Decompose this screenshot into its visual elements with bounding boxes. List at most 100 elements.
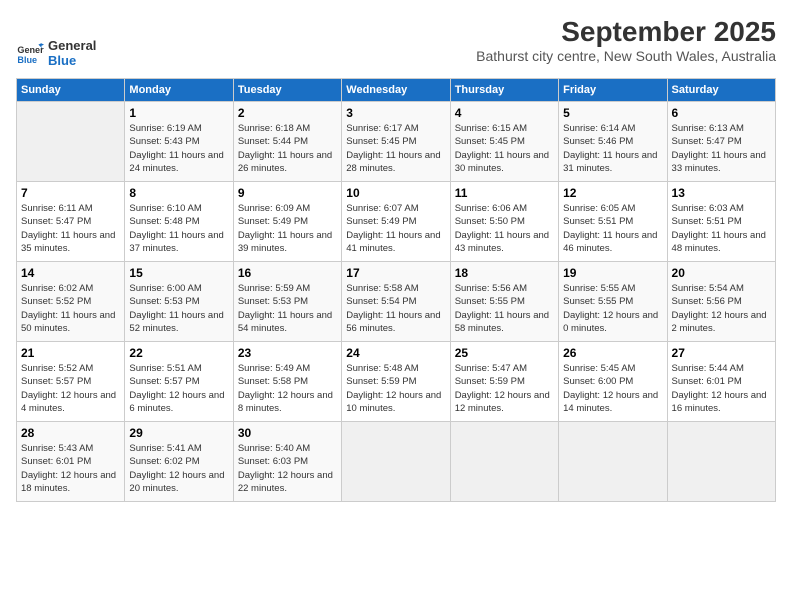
calendar-cell: 23 Sunrise: 5:49 AMSunset: 5:58 PMDayligh… (233, 342, 341, 422)
calendar-cell (667, 422, 775, 502)
day-number: 20 (672, 266, 771, 280)
day-number: 9 (238, 186, 337, 200)
day-info: Sunrise: 6:11 AMSunset: 5:47 PMDaylight:… (21, 202, 120, 255)
day-info: Sunrise: 6:09 AMSunset: 5:49 PMDaylight:… (238, 202, 337, 255)
day-info: Sunrise: 6:00 AMSunset: 5:53 PMDaylight:… (129, 282, 228, 335)
calendar-cell: 29 Sunrise: 5:41 AMSunset: 6:02 PMDayligh… (125, 422, 233, 502)
calendar-cell: 18 Sunrise: 5:56 AMSunset: 5:55 PMDayligh… (450, 262, 558, 342)
calendar-cell (450, 422, 558, 502)
day-number: 21 (21, 346, 120, 360)
weekday-friday: Friday (559, 79, 667, 102)
calendar-cell: 14Sunrise: 6:02 AMSunset: 5:52 PMDayligh… (17, 262, 125, 342)
day-number: 18 (455, 266, 554, 280)
calendar-cell: 25Sunrise: 5:47 AMSunset: 5:59 PMDayligh… (450, 342, 558, 422)
day-number: 7 (21, 186, 120, 200)
calendar-body: 1Sunrise: 6:19 AMSunset: 5:43 PMDaylight… (17, 102, 776, 502)
weekday-header: SundayMondayTuesdayWednesdayThursdayFrid… (17, 79, 776, 102)
day-number: 28 (21, 426, 120, 440)
day-info: Sunrise: 5:47 AMSunset: 5:59 PMDaylight:… (455, 362, 554, 415)
calendar-cell: 2 Sunrise: 6:18 AMSunset: 5:44 PMDaylight… (233, 102, 341, 182)
day-info: Sunrise: 6:05 AMSunset: 5:51 PMDaylight:… (563, 202, 662, 255)
calendar-cell: 1Sunrise: 6:19 AMSunset: 5:43 PMDaylight… (125, 102, 233, 182)
logo-general: General (48, 38, 96, 53)
calendar-cell: 17 Sunrise: 5:58 AMSunset: 5:54 PMDayligh… (342, 262, 450, 342)
calendar-cell: 6 Sunrise: 6:13 AMSunset: 5:47 PMDaylight… (667, 102, 775, 182)
day-info: Sunrise: 6:13 AMSunset: 5:47 PMDaylight:… (672, 122, 771, 175)
weekday-thursday: Thursday (450, 79, 558, 102)
week-row-3: 21 Sunrise: 5:52 AMSunset: 5:57 PMDayligh… (17, 342, 776, 422)
day-number: 8 (129, 186, 228, 200)
day-info: Sunrise: 5:45 AMSunset: 6:00 PMDaylight:… (563, 362, 662, 415)
week-row-2: 14Sunrise: 6:02 AMSunset: 5:52 PMDayligh… (17, 262, 776, 342)
title-section: September 2025 Bathurst city centre, New… (476, 16, 776, 72)
day-number: 13 (672, 186, 771, 200)
calendar-cell: 10 Sunrise: 6:07 AMSunset: 5:49 PMDayligh… (342, 182, 450, 262)
day-info: Sunrise: 5:56 AMSunset: 5:55 PMDaylight:… (455, 282, 554, 335)
day-number: 6 (672, 106, 771, 120)
day-info: Sunrise: 6:07 AMSunset: 5:49 PMDaylight:… (346, 202, 445, 255)
calendar-cell: 30 Sunrise: 5:40 AMSunset: 6:03 PMDayligh… (233, 422, 341, 502)
calendar-cell: 21 Sunrise: 5:52 AMSunset: 5:57 PMDayligh… (17, 342, 125, 422)
day-number: 11 (455, 186, 554, 200)
month-title: September 2025 (476, 16, 776, 48)
day-info: Sunrise: 5:48 AMSunset: 5:59 PMDaylight:… (346, 362, 445, 415)
day-number: 16 (238, 266, 337, 280)
day-number: 23 (238, 346, 337, 360)
calendar-cell: 5Sunrise: 6:14 AMSunset: 5:46 PMDaylight… (559, 102, 667, 182)
calendar-cell (17, 102, 125, 182)
calendar-cell: 24 Sunrise: 5:48 AMSunset: 5:59 PMDayligh… (342, 342, 450, 422)
week-row-1: 7 Sunrise: 6:11 AMSunset: 5:47 PMDaylight… (17, 182, 776, 262)
weekday-wednesday: Wednesday (342, 79, 450, 102)
calendar-cell: 4Sunrise: 6:15 AMSunset: 5:45 PMDaylight… (450, 102, 558, 182)
day-number: 26 (563, 346, 662, 360)
day-info: Sunrise: 5:54 AMSunset: 5:56 PMDaylight:… (672, 282, 771, 335)
calendar-cell: 12Sunrise: 6:05 AMSunset: 5:51 PMDayligh… (559, 182, 667, 262)
day-number: 19 (563, 266, 662, 280)
location-title: Bathurst city centre, New South Wales, A… (476, 48, 776, 64)
calendar-cell: 15Sunrise: 6:00 AMSunset: 5:53 PMDayligh… (125, 262, 233, 342)
logo: General Blue General Blue (16, 38, 96, 68)
weekday-monday: Monday (125, 79, 233, 102)
day-number: 3 (346, 106, 445, 120)
calendar-cell: 13 Sunrise: 6:03 AMSunset: 5:51 PMDayligh… (667, 182, 775, 262)
day-info: Sunrise: 6:17 AMSunset: 5:45 PMDaylight:… (346, 122, 445, 175)
day-info: Sunrise: 6:14 AMSunset: 5:46 PMDaylight:… (563, 122, 662, 175)
day-info: Sunrise: 6:19 AMSunset: 5:43 PMDaylight:… (129, 122, 228, 175)
day-number: 14 (21, 266, 120, 280)
day-info: Sunrise: 6:06 AMSunset: 5:50 PMDaylight:… (455, 202, 554, 255)
calendar-table: SundayMondayTuesdayWednesdayThursdayFrid… (16, 78, 776, 502)
day-info: Sunrise: 6:15 AMSunset: 5:45 PMDaylight:… (455, 122, 554, 175)
day-info: Sunrise: 5:55 AMSunset: 5:55 PMDaylight:… (563, 282, 662, 335)
day-info: Sunrise: 6:18 AMSunset: 5:44 PMDaylight:… (238, 122, 337, 175)
calendar-cell: 3 Sunrise: 6:17 AMSunset: 5:45 PMDaylight… (342, 102, 450, 182)
week-row-0: 1Sunrise: 6:19 AMSunset: 5:43 PMDaylight… (17, 102, 776, 182)
day-info: Sunrise: 5:58 AMSunset: 5:54 PMDaylight:… (346, 282, 445, 335)
day-number: 17 (346, 266, 445, 280)
day-info: Sunrise: 5:52 AMSunset: 5:57 PMDaylight:… (21, 362, 120, 415)
svg-text:General: General (17, 45, 44, 55)
day-number: 30 (238, 426, 337, 440)
day-info: Sunrise: 5:49 AMSunset: 5:58 PMDaylight:… (238, 362, 337, 415)
weekday-sunday: Sunday (17, 79, 125, 102)
calendar-cell: 7 Sunrise: 6:11 AMSunset: 5:47 PMDaylight… (17, 182, 125, 262)
day-number: 24 (346, 346, 445, 360)
calendar-cell (342, 422, 450, 502)
day-number: 2 (238, 106, 337, 120)
calendar-cell: 26 Sunrise: 5:45 AMSunset: 6:00 PMDayligh… (559, 342, 667, 422)
day-info: Sunrise: 5:59 AMSunset: 5:53 PMDaylight:… (238, 282, 337, 335)
calendar-cell: 16 Sunrise: 5:59 AMSunset: 5:53 PMDayligh… (233, 262, 341, 342)
day-number: 10 (346, 186, 445, 200)
calendar-cell: 9 Sunrise: 6:09 AMSunset: 5:49 PMDaylight… (233, 182, 341, 262)
day-info: Sunrise: 5:40 AMSunset: 6:03 PMDaylight:… (238, 442, 337, 495)
calendar-cell: 22 Sunrise: 5:51 AMSunset: 5:57 PMDayligh… (125, 342, 233, 422)
day-info: Sunrise: 5:51 AMSunset: 5:57 PMDaylight:… (129, 362, 228, 415)
weekday-tuesday: Tuesday (233, 79, 341, 102)
calendar-cell: 20 Sunrise: 5:54 AMSunset: 5:56 PMDayligh… (667, 262, 775, 342)
day-info: Sunrise: 5:44 AMSunset: 6:01 PMDaylight:… (672, 362, 771, 415)
logo-icon: General Blue (16, 39, 44, 67)
day-number: 29 (129, 426, 228, 440)
day-info: Sunrise: 5:41 AMSunset: 6:02 PMDaylight:… (129, 442, 228, 495)
day-info: Sunrise: 6:03 AMSunset: 5:51 PMDaylight:… (672, 202, 771, 255)
day-number: 22 (129, 346, 228, 360)
logo-blue: Blue (48, 53, 96, 68)
